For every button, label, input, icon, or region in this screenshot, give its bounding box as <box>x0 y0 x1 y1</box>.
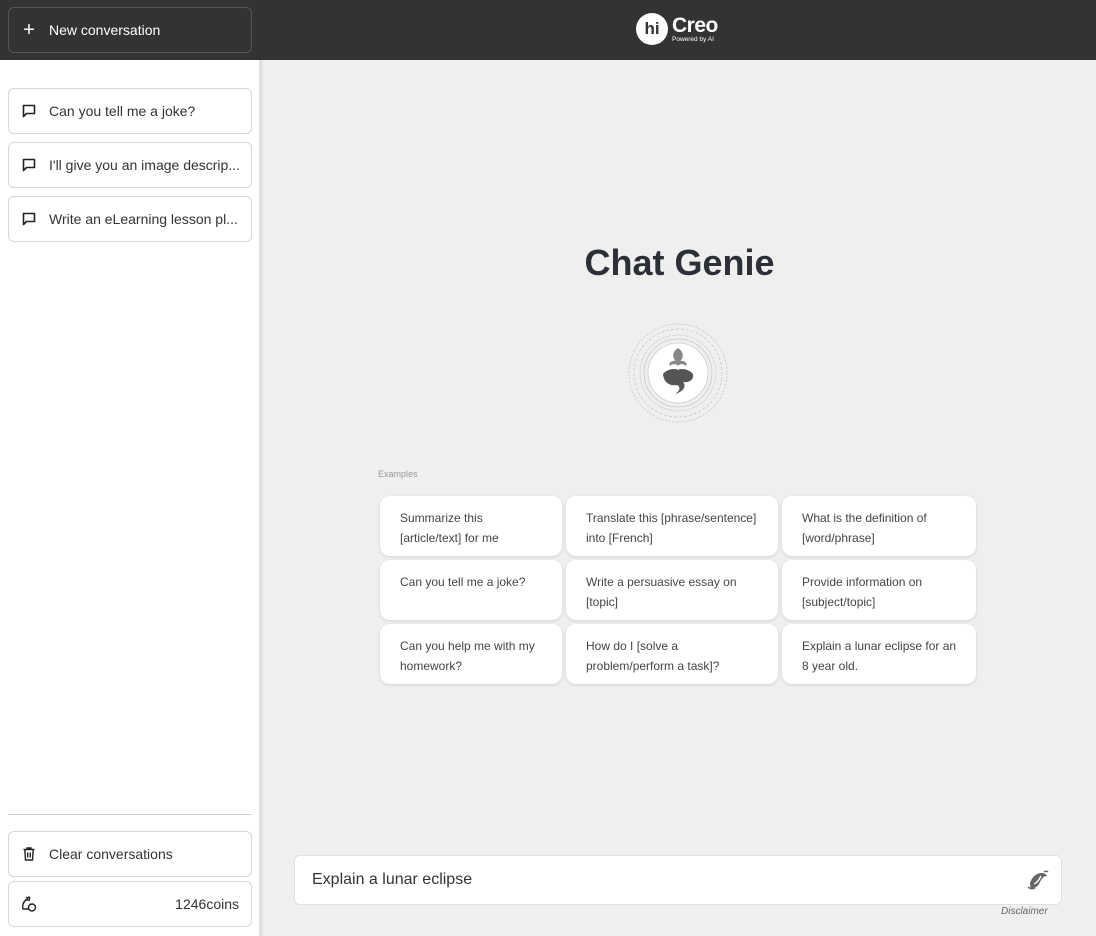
trash-icon <box>9 846 49 862</box>
message-input[interactable] <box>295 856 1015 904</box>
new-conversation-button[interactable]: + New conversation <box>8 7 252 53</box>
examples-grid: Summarize this [article/text] for me Tra… <box>380 496 976 684</box>
disclaimer-link[interactable]: Disclaimer <box>1001 906 1048 917</box>
coin-bag-icon <box>9 895 49 913</box>
logo-tagline: Powered by AI <box>672 35 714 43</box>
example-card[interactable]: Can you help me with my homework? <box>380 624 562 684</box>
example-card[interactable]: How do I [solve a problem/perform a task… <box>566 624 778 684</box>
chat-bubble-icon <box>9 211 49 227</box>
conversation-item[interactable]: Can you tell me a joke? <box>8 88 252 134</box>
example-card[interactable]: Explain a lunar eclipse for an 8 year ol… <box>782 624 976 684</box>
conversation-item[interactable]: Write an eLearning lesson pl... <box>8 196 252 242</box>
send-button[interactable] <box>1015 869 1061 891</box>
clear-conversations-button[interactable]: Clear conversations <box>8 831 252 877</box>
logo-name: Creo <box>672 13 718 37</box>
example-card[interactable]: Can you tell me a joke? <box>380 560 562 620</box>
sidebar-divider <box>8 814 252 815</box>
plus-icon: + <box>23 19 35 41</box>
new-conversation-label: New conversation <box>49 22 161 38</box>
coins-balance[interactable]: 1246coins <box>8 881 252 927</box>
logo-mark: hi <box>636 13 668 45</box>
example-card[interactable]: Translate this [phrase/sentence] into [F… <box>566 496 778 556</box>
examples-label: Examples <box>378 469 418 479</box>
example-card[interactable]: Provide information on [subject/topic] <box>782 560 976 620</box>
conversation-item[interactable]: I'll give you an image descrip... <box>8 142 252 188</box>
chat-bubble-icon <box>9 103 49 119</box>
genie-logo <box>627 322 729 424</box>
sidebar-resize-handle[interactable] <box>259 60 263 936</box>
example-card[interactable]: Summarize this [article/text] for me <box>380 496 562 556</box>
chat-bubble-icon <box>9 157 49 173</box>
page-title: Chat Genie <box>584 242 775 283</box>
example-card[interactable]: Write a persuasive essay on [topic] <box>566 560 778 620</box>
top-bar: + New conversation hi Creo Powered by AI <box>0 0 1096 60</box>
sidebar <box>0 60 260 936</box>
example-card[interactable]: What is the definition of [word/phrase] <box>782 496 976 556</box>
message-input-container <box>294 855 1062 905</box>
hicreo-logo: hi Creo Powered by AI <box>636 13 718 45</box>
magic-lamp-send-icon <box>1027 870 1049 890</box>
